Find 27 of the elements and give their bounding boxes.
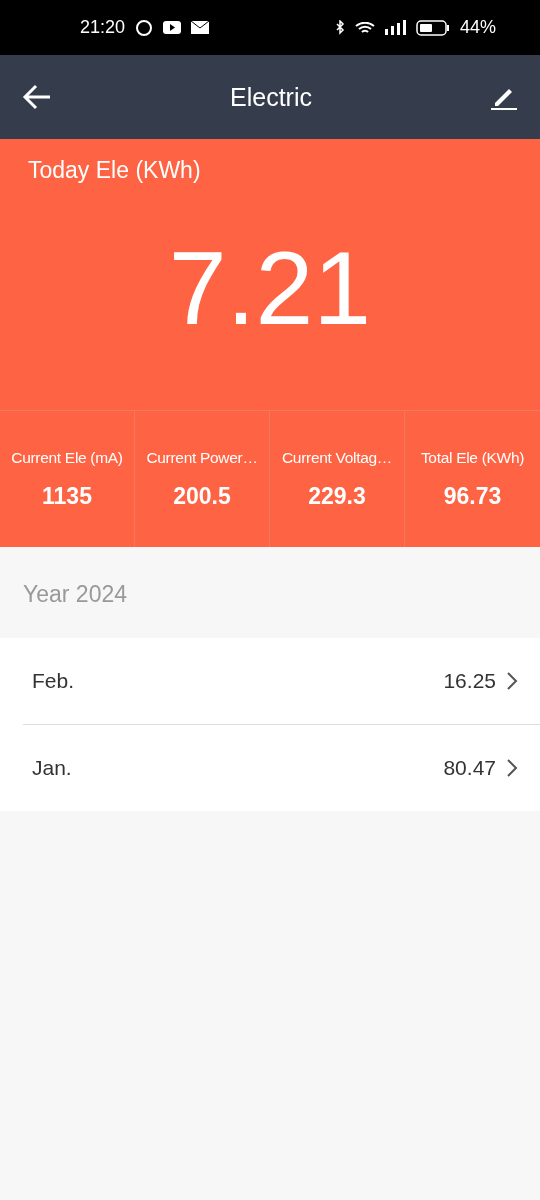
signal-icon — [384, 20, 406, 35]
page-title: Electric — [230, 82, 312, 112]
chevron-icon[interactable] — [506, 671, 518, 691]
stat-value: 96.73 — [443, 482, 502, 510]
month-name: Feb. — [32, 669, 76, 693]
today-label: Today Ele (KWh) — [27, 156, 202, 184]
month-value: 80.47 — [443, 756, 496, 780]
stat-label: Current Voltag… — [281, 448, 393, 467]
battery-percent: 44% — [459, 17, 496, 38]
battery-icon — [415, 19, 450, 36]
bluetooth-icon — [335, 19, 345, 36]
stat-value: 200.5 — [173, 482, 231, 510]
stat-value: 1135 — [42, 482, 92, 510]
month-name: Jan. — [32, 756, 73, 780]
status-time: 21:20 — [80, 17, 126, 38]
back-icon[interactable] — [22, 84, 52, 110]
stat-label: Current Ele (mA) — [11, 448, 123, 467]
mail-icon — [191, 21, 210, 34]
year-heading: Year 2024 — [22, 580, 129, 609]
wifi-icon — [354, 21, 375, 34]
chevron-icon[interactable] — [506, 758, 518, 778]
stat-value: 229.3 — [308, 482, 366, 510]
month-value: 16.25 — [443, 669, 496, 693]
stat-label: Current Power… — [146, 448, 258, 467]
play-icon — [163, 21, 182, 34]
stat-label: Total Ele (KWh) — [420, 448, 525, 467]
today-value: 7.21 — [167, 229, 373, 348]
